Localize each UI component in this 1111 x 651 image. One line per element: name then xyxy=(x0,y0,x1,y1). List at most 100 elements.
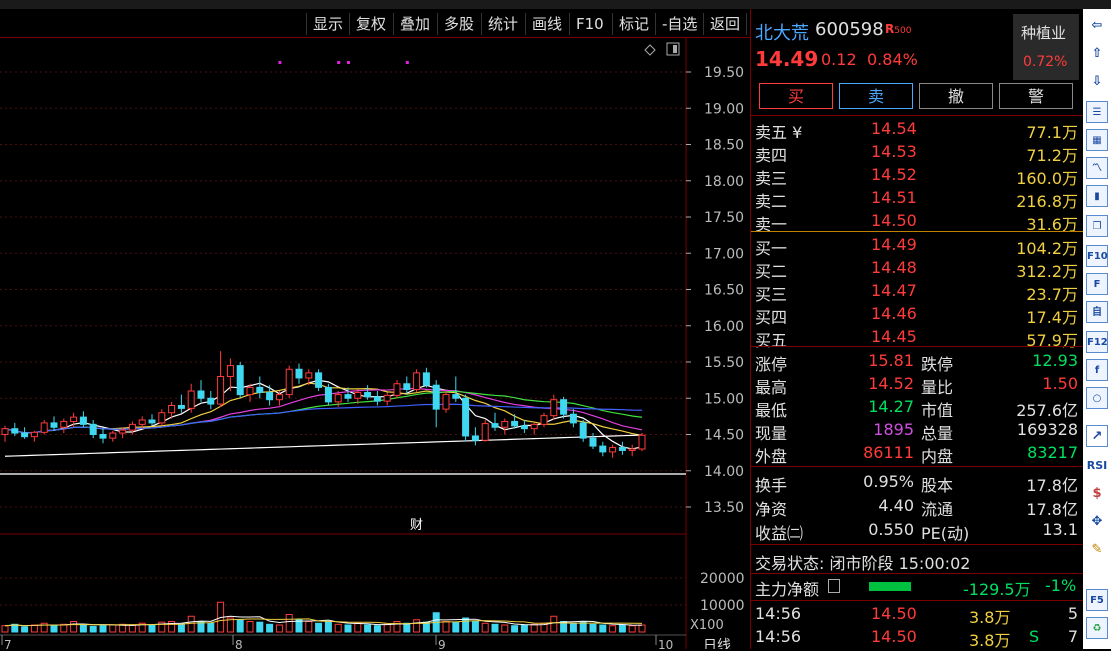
fund-label: 净资 xyxy=(755,500,788,519)
ask-price: 14.53 xyxy=(871,142,917,161)
chart-corner-icons xyxy=(644,42,680,56)
tick-time: 14:56 xyxy=(755,604,802,623)
bid-price: 14.46 xyxy=(871,304,917,323)
candle-up xyxy=(109,432,117,439)
candle-down xyxy=(462,397,470,437)
toolbar-multi-stock[interactable]: 多股 xyxy=(437,13,480,35)
candle-up xyxy=(413,372,421,391)
toolbar-mark[interactable]: 标记 xyxy=(612,13,655,35)
toolbar-display[interactable]: 显示 xyxy=(306,13,349,35)
bid-price: 14.47 xyxy=(871,281,917,300)
f10-icon[interactable]: F10 xyxy=(1086,245,1108,267)
volume-bar-down xyxy=(266,623,274,633)
stat-label: 跌停 xyxy=(921,355,954,374)
toolbar-overlay[interactable]: 叠加 xyxy=(393,13,436,35)
candle-up xyxy=(246,386,254,396)
candle-up xyxy=(226,365,234,377)
volume-bar-up xyxy=(442,621,450,633)
event-dot[interactable] xyxy=(278,61,282,64)
x-tick-label: 8 xyxy=(235,638,243,649)
toolbar-watchlist[interactable]: -自选 xyxy=(655,13,703,35)
f5-icon[interactable]: F5 xyxy=(1086,589,1108,611)
stat-value: 14.27 xyxy=(868,397,914,416)
volume-bar-down xyxy=(373,625,381,633)
sector-box[interactable]: 种植业 0.72% xyxy=(1013,14,1079,80)
volume-bar-up xyxy=(128,624,136,633)
volume-bar-down xyxy=(324,621,332,633)
event-dot[interactable] xyxy=(347,61,350,64)
arrow-left-icon[interactable]: ⇦ xyxy=(1086,15,1108,37)
volume-bars xyxy=(1,601,646,633)
move-icon[interactable]: ✥ xyxy=(1086,511,1108,533)
candle-up xyxy=(138,419,146,425)
diamond-icon[interactable] xyxy=(644,44,656,56)
arrow-down-icon[interactable]: ⇩ xyxy=(1086,71,1108,93)
candle-up xyxy=(30,431,38,438)
volume-bar-down xyxy=(148,624,156,633)
formula-icon[interactable]: f xyxy=(1086,359,1108,381)
event-dot[interactable] xyxy=(405,61,409,64)
cancel-order-button[interactable]: 撤 xyxy=(919,83,993,109)
refresh-icon[interactable]: ○ xyxy=(1086,387,1108,409)
volume-bar-up xyxy=(246,621,254,633)
tick-count: 7 xyxy=(1067,627,1078,646)
grid-icon[interactable]: ▦ xyxy=(1086,129,1108,151)
line-chart-icon[interactable]: 〽 xyxy=(1086,157,1108,179)
volume-bar-down xyxy=(207,622,215,633)
sector-name: 种植业 xyxy=(1021,24,1067,42)
rsi-icon[interactable]: RSI xyxy=(1086,455,1108,477)
volume-bar-up xyxy=(354,622,362,633)
volume-bar-down xyxy=(79,624,87,633)
bid-volume: 17.4万 xyxy=(1026,308,1078,327)
candle-down xyxy=(11,428,19,434)
toolbar-statistics[interactable]: 统计 xyxy=(481,13,524,35)
list-icon[interactable]: ☰ xyxy=(1086,101,1108,123)
candle-down xyxy=(344,394,352,399)
trend-icon[interactable]: ↗ xyxy=(1086,425,1108,447)
sell-button[interactable]: 卖 xyxy=(839,83,913,109)
alert-button[interactable]: 警 xyxy=(999,83,1073,109)
panel-toggle-icon-fill xyxy=(673,45,677,53)
candle-down xyxy=(21,432,29,438)
finance-icon[interactable]: F xyxy=(1086,273,1108,295)
pencil-icon[interactable]: ✎ xyxy=(1086,539,1108,561)
main-flow-doc-icon[interactable] xyxy=(828,579,840,593)
bid-price: 14.45 xyxy=(871,327,917,346)
stat-value: 14.52 xyxy=(868,374,914,393)
divider xyxy=(751,466,1084,467)
toolbar-back[interactable]: 返回 xyxy=(703,13,748,35)
candle-up xyxy=(334,394,342,403)
financial-report-marker[interactable]: 财 xyxy=(410,518,423,533)
y-tick-label: 14.00 xyxy=(704,464,744,480)
copy-icon[interactable]: ❐ xyxy=(1086,215,1108,237)
candle-down xyxy=(99,434,107,439)
candle-down xyxy=(569,413,577,424)
dollar-icon[interactable]: $ xyxy=(1086,483,1108,505)
recycle-icon[interactable]: ♻ xyxy=(1086,617,1108,639)
volume-bar-up xyxy=(285,614,293,633)
y-tick-label: 18.00 xyxy=(704,174,744,190)
candlestick-icon[interactable]: ▮ xyxy=(1086,185,1108,207)
self-select-icon[interactable]: 自 xyxy=(1086,301,1108,323)
volume-bar-down xyxy=(452,621,460,633)
volume-average-lines xyxy=(4,615,643,627)
fund-value: 17.8亿 xyxy=(1026,476,1078,495)
ma10-line xyxy=(4,382,643,437)
candle-down xyxy=(50,422,58,428)
candle-up xyxy=(60,420,68,428)
tick-volume: 3.8万 xyxy=(969,631,1011,650)
f12-icon[interactable]: F12 xyxy=(1086,331,1108,353)
kline-chart[interactable]: 19.50 19.00 18.50 18.00 17.50 17.00 16.50 16.00… xyxy=(0,38,750,649)
candle-down xyxy=(511,420,519,427)
y-tick-label: 16.50 xyxy=(704,283,744,299)
event-dot[interactable] xyxy=(337,61,341,64)
toolbar-draw-line[interactable]: 画线 xyxy=(525,13,568,35)
toolbar-adjust[interactable]: 复权 xyxy=(349,13,392,35)
period-label[interactable]: 日线 xyxy=(703,638,731,649)
stat-value: 1.50 xyxy=(1042,374,1078,393)
bid-price: 14.48 xyxy=(871,258,917,277)
bid-label: 买三 xyxy=(755,285,788,304)
buy-button[interactable]: 买 xyxy=(759,83,833,109)
arrow-up-icon[interactable]: ⇧ xyxy=(1086,43,1108,65)
toolbar-f10[interactable]: F10 xyxy=(569,13,610,35)
